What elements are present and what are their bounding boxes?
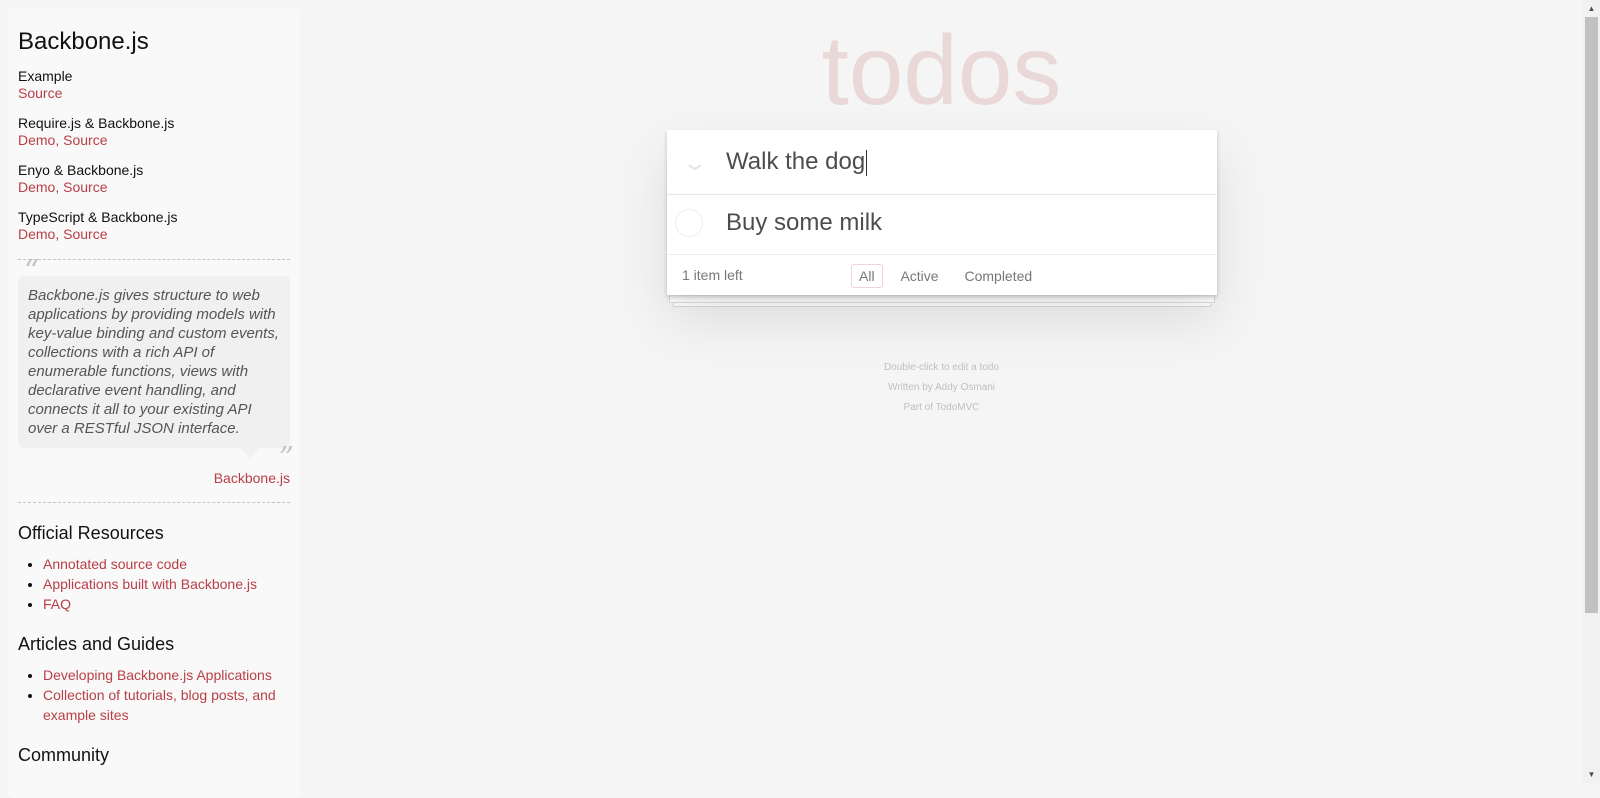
example-item: Require.js & Backbone.js Demo, Source	[18, 115, 290, 149]
resource-link[interactable]: FAQ	[43, 596, 71, 612]
filter-all[interactable]: All	[851, 264, 883, 288]
sidebar: Backbone.js Example Source Require.js & …	[8, 8, 300, 798]
official-resources-list: Annotated source code Applications built…	[18, 554, 290, 614]
sidebar-title: Backbone.js	[18, 28, 149, 55]
scroll-thumb[interactable]	[1585, 17, 1598, 613]
example-item: TypeScript & Backbone.js Demo, Source	[18, 209, 290, 243]
toggle-all-chevron-icon[interactable]: ⌄	[674, 150, 716, 175]
list-item: Annotated source code	[43, 554, 290, 574]
vertical-scrollbar[interactable]: ▲ ▼	[1583, 0, 1600, 783]
official-resources-heading: Official Resources	[18, 523, 164, 543]
open-quote-icon: “	[24, 254, 40, 289]
quote-tail	[240, 448, 260, 458]
example-name: TypeScript & Backbone.js	[18, 209, 178, 225]
quote-text: Backbone.js gives structure to web appli…	[28, 287, 279, 437]
example-item: Enyo & Backbone.js Demo, Source	[18, 162, 290, 196]
example-name: Enyo & Backbone.js	[18, 162, 144, 178]
scroll-up-arrow-icon[interactable]: ▲	[1583, 0, 1600, 17]
todo-header: ⌄ Walk the dog	[667, 130, 1217, 195]
info-edit-hint: Double-click to edit a todo	[883, 362, 1000, 373]
todo-footer: 1 item left All Active Completed	[667, 255, 1217, 295]
quote-block: “ Backbone.js gives structure to web app…	[18, 257, 294, 474]
todo-app: ⌄ Walk the dog Buy some milk 1 item left…	[667, 130, 1217, 295]
community-heading: Community	[18, 745, 110, 765]
example-demo-source-links[interactable]: Demo, Source	[18, 179, 107, 195]
list-item: Applications built with Backbone.js	[43, 574, 290, 594]
example-source-link[interactable]: Source	[18, 85, 62, 101]
todo-checkbox[interactable]	[675, 209, 703, 237]
app-title: todos	[821, 15, 1062, 125]
resource-link[interactable]: Annotated source code	[43, 556, 187, 572]
filter-active[interactable]: Active	[892, 264, 946, 288]
example-item: Example Source	[18, 68, 290, 102]
example-name: Example	[18, 68, 73, 84]
resource-link[interactable]: Applications built with Backbone.js	[43, 576, 257, 592]
todo-label[interactable]: Buy some milk	[726, 209, 882, 237]
new-todo-value: Walk the dog	[726, 148, 866, 175]
list-item: Collection of tutorials, blog posts, and…	[43, 685, 290, 725]
example-demo-source-links[interactable]: Demo, Source	[18, 226, 107, 242]
example-demo-source-links[interactable]: Demo, Source	[18, 132, 107, 148]
quote-source: Backbone.js	[18, 470, 290, 486]
close-quote-icon: ”	[278, 441, 294, 476]
text-caret	[866, 149, 868, 176]
info-todomvc: Part of TodoMVC	[903, 402, 980, 413]
list-item: Developing Backbone.js Applications	[43, 665, 290, 685]
filters: All Active Completed	[848, 264, 1043, 288]
filter-completed[interactable]: Completed	[956, 264, 1040, 288]
items-left-count: 1 item left	[682, 267, 743, 283]
stack-shadow	[669, 296, 1215, 303]
articles-list: Developing Backbone.js Applications Coll…	[18, 665, 290, 725]
article-link[interactable]: Collection of tutorials, blog posts, and…	[43, 687, 276, 723]
articles-heading: Articles and Guides	[18, 634, 175, 654]
example-name: Require.js & Backbone.js	[18, 115, 175, 131]
list-item: FAQ	[43, 594, 290, 614]
new-todo-input[interactable]: Walk the dog	[726, 130, 1206, 194]
divider	[18, 502, 290, 503]
info-footer: Double-click to edit a todo Written by A…	[300, 358, 1583, 418]
info-author: Written by Addy Osmani	[887, 382, 996, 393]
divider	[18, 259, 290, 260]
todo-item[interactable]: Buy some milk	[667, 195, 1217, 255]
scroll-down-arrow-icon[interactable]: ▼	[1583, 766, 1600, 783]
article-link[interactable]: Developing Backbone.js Applications	[43, 667, 272, 683]
